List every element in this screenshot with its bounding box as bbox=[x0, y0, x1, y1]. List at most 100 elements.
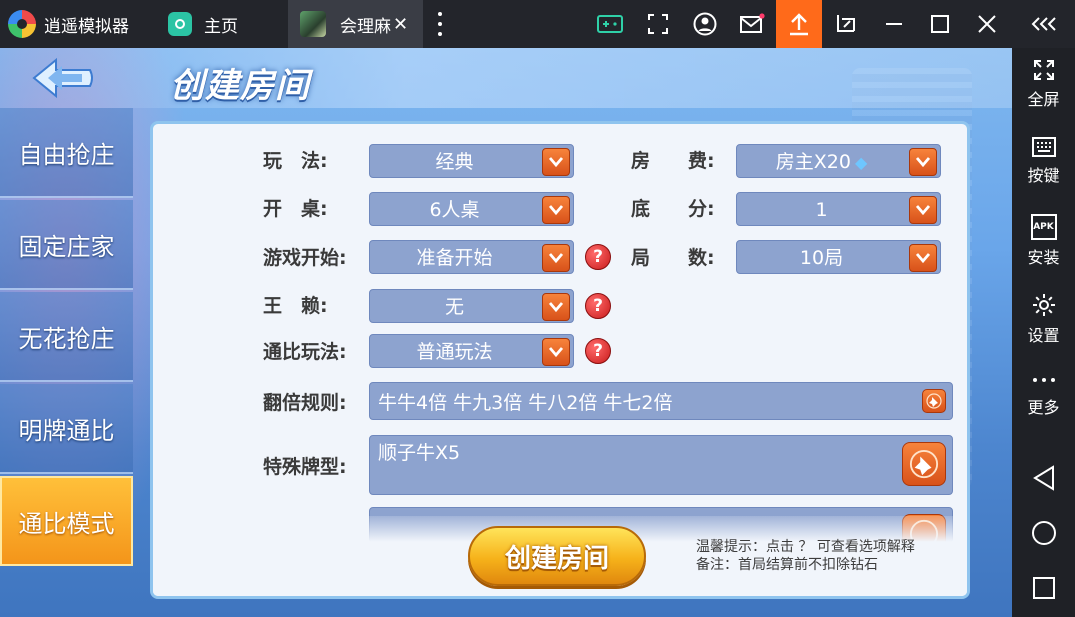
special-hand-field[interactable]: 顺子牛X5 bbox=[369, 435, 953, 495]
help-icon[interactable]: ? bbox=[585, 338, 611, 364]
mail-button[interactable] bbox=[730, 0, 774, 48]
recent-square-icon bbox=[1032, 577, 1055, 599]
fullscreen-icon bbox=[1033, 60, 1054, 80]
minimize-button[interactable] bbox=[872, 0, 916, 48]
home-circle-icon bbox=[1031, 521, 1056, 545]
brand-logo-icon bbox=[8, 10, 36, 38]
game-start-select[interactable]: 准备开始 bbox=[369, 240, 574, 274]
mail-icon bbox=[740, 13, 765, 33]
more-icon bbox=[1032, 378, 1055, 382]
emulator-window: 逍遥模拟器 主页 会理麻 ✕ 创建房间 自由抢庄 固定庄家 无花抢庄 明牌通比 … bbox=[0, 0, 1075, 617]
play-mode-label: 玩 法: bbox=[263, 150, 328, 172]
tab-home-label: 主页 bbox=[204, 16, 238, 37]
table-size-label: 开 桌: bbox=[263, 198, 328, 220]
chevron-down-icon[interactable] bbox=[542, 293, 570, 321]
base-score-label: 底 分: bbox=[631, 198, 715, 220]
game-screen: 创建房间 自由抢庄 固定庄家 无花抢庄 明牌通比 通比模式 玩 法: 经典 房 … bbox=[0, 48, 1012, 617]
tab-home[interactable]: 主页 bbox=[158, 0, 288, 48]
room-fee-value: 房主X20 ◆ bbox=[737, 145, 906, 179]
game-start-label: 游戏开始: bbox=[263, 247, 347, 269]
gamepad-icon bbox=[597, 15, 623, 33]
room-fee-label: 房 费: bbox=[631, 150, 715, 172]
collapse-icon bbox=[1031, 17, 1056, 31]
install-apk-button[interactable]: APK 安装 bbox=[1012, 204, 1075, 274]
tab-game[interactable]: 会理麻 ✕ bbox=[288, 0, 423, 48]
android-recent-button[interactable] bbox=[1012, 563, 1075, 613]
mode-item-tongbi[interactable]: 通比模式 bbox=[0, 476, 133, 566]
mode-item-no-flower-banker[interactable]: 无花抢庄 bbox=[0, 292, 133, 382]
screenshot-button[interactable] bbox=[636, 0, 680, 48]
android-home-button[interactable] bbox=[1012, 508, 1075, 558]
chevron-down-icon[interactable] bbox=[909, 196, 937, 224]
tab-menu-icon[interactable] bbox=[432, 12, 448, 36]
special-hand-edit-button[interactable] bbox=[902, 442, 946, 486]
account-button[interactable] bbox=[683, 0, 727, 48]
page-title: 创建房间 bbox=[170, 66, 310, 106]
keymap-button[interactable]: 按键 bbox=[1012, 126, 1075, 196]
table-size-value: 6人桌 bbox=[429, 199, 480, 221]
mode-menu: 自由抢庄 固定庄家 无花抢庄 明牌通比 通比模式 bbox=[0, 108, 133, 617]
upload-icon bbox=[790, 13, 808, 36]
rounds-label: 局 数: bbox=[631, 247, 715, 269]
special-hand-label: 特殊牌型: bbox=[263, 456, 347, 478]
crop-button[interactable] bbox=[824, 0, 868, 48]
double-rule-field[interactable]: 牛牛4倍 牛九3倍 牛八2倍 牛七2倍 bbox=[369, 382, 953, 420]
brand-name: 逍遥模拟器 bbox=[44, 16, 129, 37]
gamepad-button[interactable] bbox=[588, 0, 632, 48]
mode-item-open-card[interactable]: 明牌通比 bbox=[0, 384, 133, 474]
diamond-icon: ◆ bbox=[854, 153, 868, 172]
rounds-value: 10局 bbox=[799, 247, 844, 269]
chevron-down-icon[interactable] bbox=[542, 196, 570, 224]
base-score-select[interactable]: 1 bbox=[736, 192, 941, 226]
joker-select[interactable]: 无 bbox=[369, 289, 574, 323]
pin-icon bbox=[909, 449, 939, 479]
settings-button[interactable]: 设置 bbox=[1012, 282, 1075, 352]
minimize-icon bbox=[886, 23, 902, 25]
help-icon[interactable]: ? bbox=[585, 293, 611, 319]
emulator-sidebar: 全屏 按键 APK 安装 设置 更多 bbox=[1012, 48, 1075, 617]
fullscreen-button[interactable]: 全屏 bbox=[1012, 48, 1075, 118]
room-fee-select[interactable]: 房主X20 ◆ bbox=[736, 144, 941, 178]
game-start-value: 准备开始 bbox=[416, 247, 493, 269]
joker-label: 王 赖: bbox=[263, 295, 328, 317]
upload-button[interactable] bbox=[776, 0, 822, 48]
help-icon[interactable]: ? bbox=[585, 244, 611, 270]
crop-icon bbox=[837, 15, 855, 32]
table-size-select[interactable]: 6人桌 bbox=[369, 192, 574, 226]
screenshot-icon bbox=[648, 14, 668, 34]
mode-item-fixed-banker[interactable]: 固定庄家 bbox=[0, 200, 133, 290]
tongbi-mode-select[interactable]: 普通玩法 bbox=[369, 334, 574, 368]
mode-item-free-banker[interactable]: 自由抢庄 bbox=[0, 108, 133, 198]
keyboard-icon bbox=[1031, 137, 1056, 157]
chevron-down-icon[interactable] bbox=[909, 244, 937, 272]
brand: 逍遥模拟器 bbox=[8, 10, 129, 38]
chevron-down-icon[interactable] bbox=[542, 244, 570, 272]
back-arrow-icon bbox=[32, 57, 93, 99]
settings-label: 设置 bbox=[1027, 326, 1060, 345]
rounds-select[interactable]: 10局 bbox=[736, 240, 941, 274]
chevron-down-icon[interactable] bbox=[542, 338, 570, 366]
more-button[interactable]: 更多 bbox=[1012, 360, 1075, 430]
maximize-button[interactable] bbox=[918, 0, 962, 48]
collapse-sidebar-button[interactable] bbox=[1020, 0, 1070, 48]
room-fee-text: 房主X20 bbox=[775, 151, 851, 173]
install-label: 安装 bbox=[1027, 248, 1060, 267]
tab-game-label: 会理麻 bbox=[340, 16, 391, 37]
game-thumbnail-icon bbox=[300, 11, 326, 37]
apk-icon: APK bbox=[1030, 214, 1057, 240]
base-score-value: 1 bbox=[815, 199, 828, 221]
back-button[interactable] bbox=[30, 56, 96, 100]
user-icon bbox=[693, 12, 717, 36]
android-back-button[interactable] bbox=[1012, 453, 1075, 503]
room-settings-panel: 玩 法: 经典 房 费: 房主X20 ◆ 开 桌: 6人桌 底 分: 1 游戏开… bbox=[150, 121, 970, 599]
chevron-down-icon[interactable] bbox=[909, 148, 937, 176]
chevron-down-icon[interactable] bbox=[542, 148, 570, 176]
play-mode-select[interactable]: 经典 bbox=[369, 144, 574, 178]
home-app-icon bbox=[168, 12, 192, 36]
note-text: 备注：首局结算前不扣除钻石 bbox=[696, 557, 878, 573]
create-room-button[interactable]: 创建房间 bbox=[468, 526, 646, 586]
close-button[interactable] bbox=[965, 0, 1009, 48]
double-rule-edit-button[interactable] bbox=[922, 389, 946, 413]
emulator-topbar: 逍遥模拟器 主页 会理麻 ✕ bbox=[0, 0, 1075, 48]
tab-close-icon[interactable]: ✕ bbox=[393, 14, 408, 35]
